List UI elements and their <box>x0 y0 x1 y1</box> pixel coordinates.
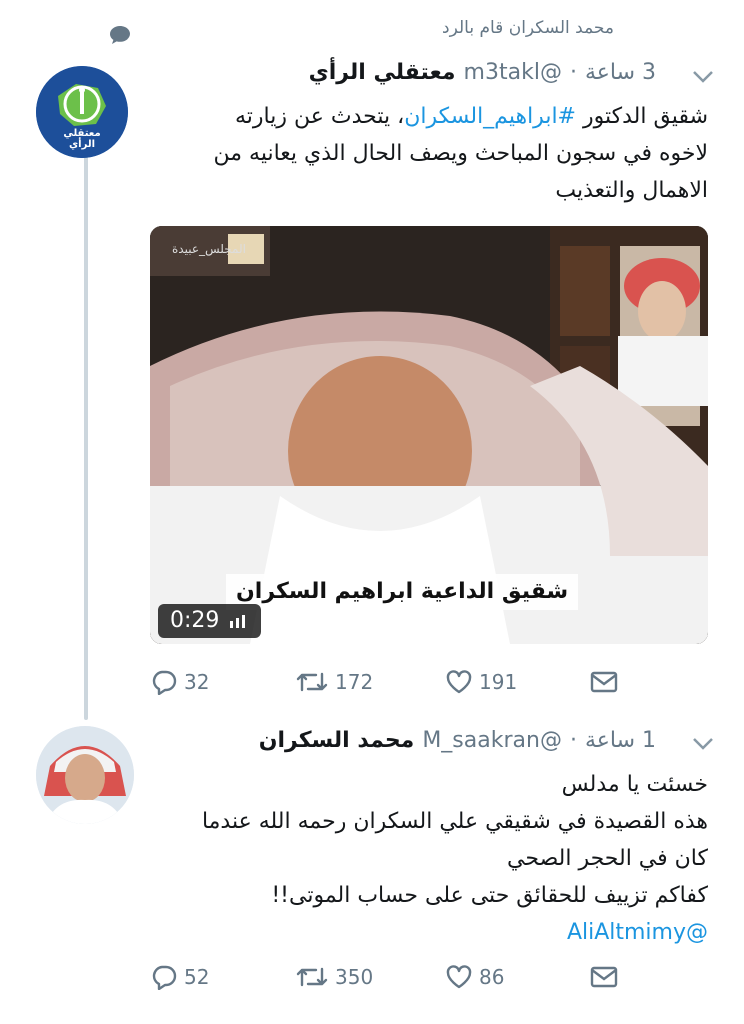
reply-count: 52 <box>184 965 210 989</box>
tweet-time[interactable]: 1 ساعة <box>585 728 656 753</box>
display-name[interactable]: محمد السكران <box>259 728 415 753</box>
user-photo <box>36 726 134 824</box>
tweet-text-line-3: كان في الحجر الصحي <box>507 846 708 871</box>
volume-icon <box>230 615 246 628</box>
retweet-icon <box>296 672 328 692</box>
mention-link[interactable]: @AliAltmimy <box>567 920 708 945</box>
tweet-text-line-4: كفاكم تزييف للحقائق حتى على حساب الموتى!… <box>271 883 708 908</box>
tweet-time[interactable]: 3 ساعة <box>585 60 656 85</box>
duration-label: 0:29 <box>170 608 220 633</box>
tweet-header: معتقلي الرأي @m3takl · 3 ساعة <box>309 60 656 85</box>
chevron-down-icon[interactable] <box>692 70 714 84</box>
tweet-text-line-2: لاخوه في سجون المباحث ويصف الحال الذي يع… <box>213 141 708 166</box>
tweet-text-line-1: خسئت يا مدلس <box>561 772 708 797</box>
avatar-logo-text: معتقلي الرأي <box>63 128 101 150</box>
like-icon <box>446 965 472 989</box>
hashtag-link[interactable]: #ابراهيم_السكران <box>404 104 576 129</box>
retweet-button[interactable]: 172 <box>295 670 445 694</box>
tweet-text-line-3: الاهمال والتعذيب <box>555 178 708 203</box>
separator-dot: · <box>569 60 577 85</box>
tweet-text-line: شقيق الدكتور #ابراهيم_السكران، يتحدث عن … <box>108 98 708 135</box>
message-button[interactable] <box>590 670 618 694</box>
tweet-text: شقيق الدكتور #ابراهيم_السكران، يتحدث عن … <box>108 98 708 209</box>
message-button[interactable] <box>590 965 618 989</box>
user-handle[interactable]: @M_saakran <box>422 728 562 753</box>
display-name[interactable]: معتقلي الرأي <box>309 60 456 85</box>
like-button[interactable]: 86 <box>445 964 590 990</box>
retweet-count: 172 <box>335 670 374 694</box>
tweet-actions: 32 172 191 <box>150 667 630 697</box>
video-duration-badge: 0:29 <box>158 604 262 638</box>
like-button[interactable]: 191 <box>445 669 590 695</box>
video-caption: شقيق الداعية ابراهيم السكران <box>226 574 579 610</box>
tweet-text: خسئت يا مدلس هذه القصيدة في شقيقي علي ال… <box>148 766 708 951</box>
retweet-icon <box>296 967 328 987</box>
message-icon <box>590 966 618 988</box>
tweet-actions: 52 350 86 <box>150 962 630 992</box>
tweet-text-line-1: شقيق الدكتور #ابراهيم_السكران، يتحدث عن … <box>235 104 708 129</box>
retweet-button[interactable]: 350 <box>295 965 445 989</box>
user-handle[interactable]: @m3takl <box>464 60 562 85</box>
tweet-text-line-2: هذه القصيدة في شقيقي علي السكران رحمه ال… <box>201 809 708 834</box>
thread-connector <box>84 150 88 720</box>
separator-dot: · <box>569 728 577 753</box>
reply-count: 32 <box>184 670 210 694</box>
reply-context-label[interactable]: محمد السكران قام بالرد <box>442 18 614 38</box>
tweet-header: محمد السكران @M_saakran · 1 ساعة <box>259 728 656 753</box>
message-icon <box>590 671 618 693</box>
speech-bubble-icon <box>110 26 130 44</box>
like-count: 86 <box>479 965 505 989</box>
reply-button[interactable]: 32 <box>150 669 295 695</box>
chevron-down-icon[interactable] <box>692 737 714 751</box>
tweet-text-line: الاهمال والتعذيب <box>108 172 708 209</box>
reply-icon <box>152 965 177 990</box>
like-count: 191 <box>479 670 518 694</box>
retweet-count: 350 <box>335 965 374 989</box>
reply-button[interactable]: 52 <box>150 964 295 990</box>
tweet-text-line: لاخوه في سجون المباحث ويصف الحال الذي يع… <box>108 135 708 172</box>
avatar[interactable] <box>36 726 134 824</box>
like-icon <box>446 670 472 694</box>
video-watermark: المجلس_عبيدة <box>172 242 246 256</box>
reply-icon <box>152 670 177 695</box>
